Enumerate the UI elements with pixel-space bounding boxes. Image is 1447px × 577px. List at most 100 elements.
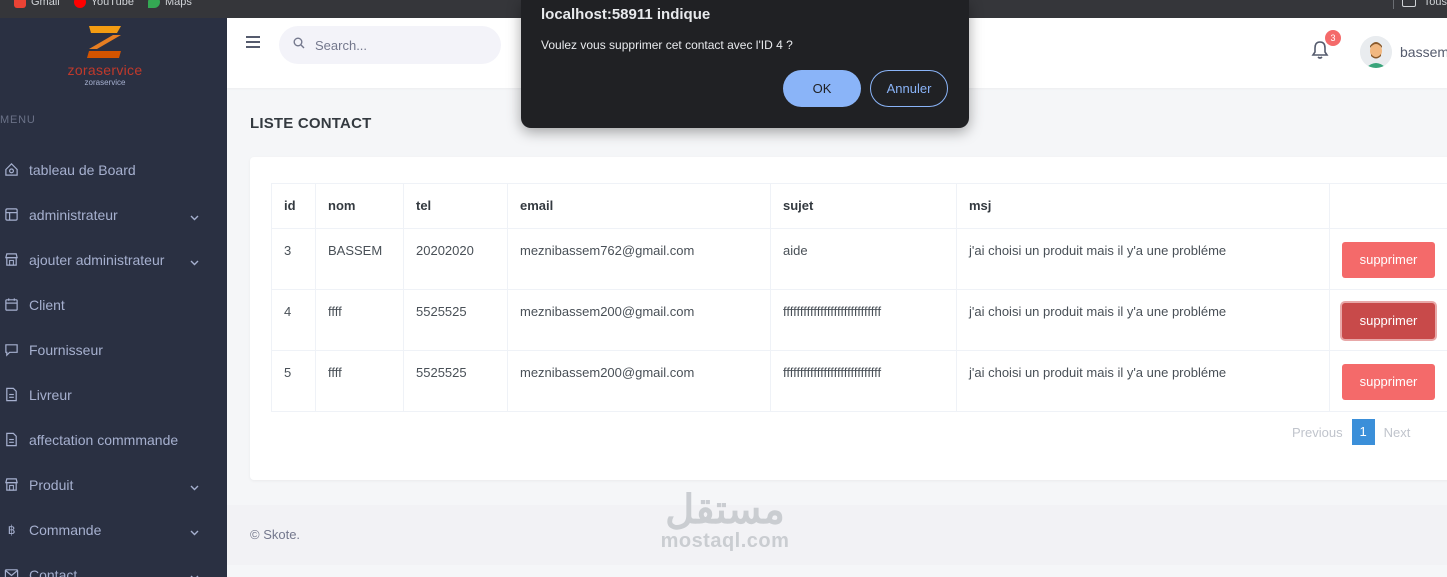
cell-msj: j'ai choisi un produit mais il y'a une p… (956, 350, 1330, 412)
envelope-icon (3, 567, 19, 577)
bookmark-label: YouTube (90, 0, 134, 8)
cell-nom: ffff (315, 289, 404, 351)
youtube-icon (73, 0, 86, 8)
table-header-row: id nom tel email sujet msj (271, 183, 1447, 229)
logo[interactable]: zoraservice zoraservice (60, 24, 150, 87)
bookmark-maps[interactable]: Maps (147, 0, 192, 10)
home-icon (3, 162, 19, 178)
table-row: 5 ffff 5525525 meznibassem200@gmail.com … (271, 350, 1447, 412)
bookmark-label: Maps (164, 0, 192, 8)
watermark-latin: mostaql.com (660, 530, 790, 552)
column-header-sujet: sujet (770, 183, 957, 229)
column-header-email: email (507, 183, 771, 229)
sidebar: zoraservice zoraservice MENU tableau de … (0, 18, 227, 577)
chevron-down-icon (190, 523, 199, 539)
menu-toggle-icon[interactable] (246, 36, 260, 54)
cell-msj: j'ai choisi un produit mais il y'a une p… (956, 228, 1330, 290)
layout-icon (3, 207, 19, 223)
delete-button[interactable]: supprimer (1342, 242, 1435, 278)
pagination-previous[interactable]: Previous (1292, 425, 1343, 440)
calendar-icon (3, 297, 19, 313)
sidebar-item-label: tableau de Board (29, 161, 136, 178)
pagination: Previous 1 Next (1292, 419, 1410, 445)
sidebar-item-produit[interactable]: Produit (0, 462, 227, 507)
cell-sujet: aide (770, 228, 957, 290)
page-title: LISTE CONTACT (250, 115, 372, 132)
all-bookmarks-label: Tous (1423, 0, 1447, 8)
sidebar-item-fournisseur[interactable]: Fournisseur (0, 327, 227, 372)
sidebar-item-label: Commande (29, 521, 102, 538)
delete-button[interactable]: supprimer (1342, 303, 1435, 339)
cell-email: meznibassem762@gmail.com (507, 228, 771, 290)
chevron-down-icon (190, 568, 199, 577)
cell-sujet: fffffffffffffffffffffffffffff (770, 289, 957, 351)
bookmark-youtube[interactable]: YouTube (73, 0, 134, 10)
sidebar-item-label: Fournisseur (29, 341, 103, 358)
sidebar-item-client[interactable]: Client (0, 282, 227, 327)
svg-text:฿: ฿ (7, 523, 15, 537)
sidebar-item-commande[interactable]: ฿ Commande (0, 507, 227, 552)
sidebar-item-label: ajouter administrateur (29, 251, 165, 268)
cell-nom: BASSEM (315, 228, 404, 290)
cell-tel: 5525525 (403, 289, 508, 351)
column-header-actions (1329, 183, 1447, 229)
sidebar-item-affectation-commmande[interactable]: affectation commmande (0, 417, 227, 462)
delete-button[interactable]: supprimer (1342, 364, 1435, 400)
sidebar-item-tableau-de-board[interactable]: tableau de Board (0, 147, 227, 192)
file-icon (3, 387, 19, 403)
store-icon (3, 477, 19, 493)
notification-badge: 3 (1325, 30, 1341, 46)
all-bookmarks[interactable]: Tous (1392, 0, 1447, 9)
watermark: مستقل mostaql.com (640, 490, 810, 553)
chevron-down-icon (190, 478, 199, 494)
cell-id: 5 (271, 350, 316, 412)
file-icon (3, 432, 19, 448)
column-header-id: id (271, 183, 316, 229)
cell-tel: 5525525 (403, 350, 508, 412)
cell-actions: supprimer (1329, 289, 1447, 351)
gmail-icon (14, 0, 26, 8)
cell-msj: j'ai choisi un produit mais il y'a une p… (956, 289, 1330, 351)
sidebar-item-contact[interactable]: Contact (0, 552, 227, 577)
folder-icon (1401, 0, 1416, 7)
logo-subtitle: zoraservice (84, 78, 126, 87)
footer-copyright: © Skote. (250, 527, 301, 542)
bookmark-label: Gmail (31, 0, 60, 8)
bookmark-gmail[interactable]: Gmail (14, 0, 60, 10)
avatar (1360, 36, 1392, 68)
search-icon (293, 36, 305, 54)
sidebar-item-label: Contact (29, 566, 78, 577)
dialog-ok-button[interactable]: OK (783, 70, 861, 107)
cell-id: 3 (271, 228, 316, 290)
sidebar-item-label: administrateur (29, 206, 118, 223)
cell-tel: 20202020 (403, 228, 508, 290)
sidebar-item-label: affectation commmande (29, 431, 179, 448)
search-box (279, 26, 501, 64)
store-icon (3, 252, 19, 268)
sidebar-nav: tableau de Board administrateur ajouter ad… (0, 147, 227, 577)
sidebar-item-label: Livreur (29, 386, 72, 403)
chevron-down-icon (190, 253, 199, 269)
contact-table: id nom tel email sujet msj 3 BASSEM 2020… (271, 183, 1447, 412)
sidebar-item-administrateur[interactable]: administrateur (0, 192, 227, 237)
sidebar-item-ajouter-administrateur[interactable]: ajouter administrateur (0, 237, 227, 282)
sidebar-item-livreur[interactable]: Livreur (0, 372, 227, 417)
footer: © Skote. (227, 505, 1447, 565)
cell-sujet: fffffffffffffffffffffffffffff (770, 350, 957, 412)
pagination-page[interactable]: 1 (1351, 419, 1375, 445)
pagination-next[interactable]: Next (1384, 425, 1411, 440)
search-input[interactable] (315, 37, 485, 53)
chevron-down-icon (190, 208, 199, 224)
cell-actions: supprimer (1329, 350, 1447, 412)
cell-id: 4 (271, 289, 316, 351)
table-row: 3 BASSEM 20202020 meznibassem762@gmail.c… (271, 228, 1447, 290)
table-row: 4 ffff 5525525 meznibassem200@gmail.com … (271, 289, 1447, 351)
dialog-cancel-button[interactable]: Annuler (870, 70, 948, 107)
chat-icon (3, 342, 19, 358)
notification-bell-icon[interactable] (1311, 40, 1329, 65)
bitcoin-icon: ฿ (3, 522, 19, 538)
column-header-tel: tel (403, 183, 508, 229)
cell-email: meznibassem200@gmail.com (507, 350, 771, 412)
maps-icon (147, 0, 160, 8)
user-menu[interactable]: bassem (1360, 36, 1447, 68)
